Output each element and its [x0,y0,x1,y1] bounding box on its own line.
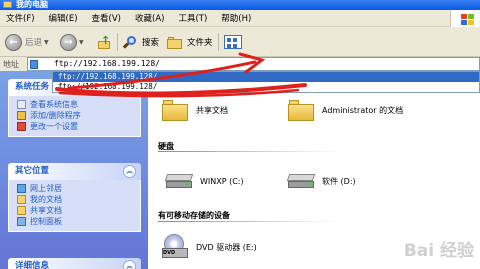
back-arrow-icon: ← [5,33,22,51]
task-label: 查看系统信息 [30,100,78,109]
section-divider [158,221,338,222]
folder-icon [162,99,188,121]
drive-e[interactable]: DVD DVD 驱动器 (E:) [162,234,257,260]
place-shared-documents[interactable]: 共享文档 [17,205,140,216]
item-label: 共享文档 [196,105,228,115]
menu-edit[interactable]: 编辑(E) [49,12,78,24]
search-label: 搜索 [142,38,160,48]
other-places-title: 其它位置 [15,166,50,176]
chevron-down-icon: ▼ [79,38,84,46]
windows-logo-icon [450,10,480,27]
chevron-down-icon: ▼ [44,38,49,46]
ftp-icon [30,60,38,69]
back-label: 后退 [25,38,43,48]
task-change-setting[interactable]: 更改一个设置 [17,121,140,132]
details-box: 详细信息 ︽ [8,258,141,269]
place-label: 共享文档 [30,206,62,215]
add-remove-icon [17,111,26,120]
folder-icon [167,36,183,49]
folder-shared-documents[interactable]: 共享文档 [162,99,228,121]
task-label: 更改一个设置 [30,122,78,131]
documents-icon [17,195,26,204]
folders-button[interactable]: 文件夹 [167,31,213,53]
menu-favorites[interactable]: 收藏(A) [135,12,164,24]
views-icon [224,35,242,49]
toolbar-divider [218,33,219,51]
address-autocomplete: ftp://192.168.199.128/ ftp://192.168.199… [52,71,480,93]
section-divider [158,151,338,152]
toolbar: ← 后退 ▼ → ▼ ↑ 搜索 文件夹 [0,27,480,57]
section-removable: 有可移动存储的设备 [158,211,230,220]
forward-arrow-icon: → [60,33,77,51]
folder-admin-documents[interactable]: Administrator 的文档 [288,99,403,121]
autocomplete-item[interactable]: ftp://192.168.199.128/ [53,82,479,92]
place-label: 控制面板 [30,217,62,226]
place-label: 网上邻居 [30,184,62,193]
menu-view[interactable]: 查看(V) [92,12,121,24]
network-icon [17,184,26,193]
task-view-system-info[interactable]: 查看系统信息 [17,99,140,110]
collapse-icon[interactable]: ︽ [123,260,136,269]
item-label: 软件 (D:) [322,176,356,186]
dvd-badge: DVD [163,250,176,256]
search-button[interactable]: 搜索 [122,31,160,53]
back-button[interactable]: ← 后退 ▼ [5,31,49,53]
folder-icon [288,99,314,121]
drive-c[interactable]: WINXP (C:) [164,174,244,188]
address-input[interactable]: ftp://192.168.199.128/ [27,57,480,71]
system-tasks-title: 系统任务 [15,82,50,92]
item-label: DVD 驱动器 (E:) [196,242,257,252]
info-icon [17,100,26,109]
menu-bar: 文件(F) 编辑(E) 查看(V) 收藏(A) 工具(T) 帮助(H) [0,10,480,27]
forward-button[interactable]: → ▼ [60,31,84,53]
place-control-panel[interactable]: 控制面板 [17,216,140,227]
address-bar: 地址 ftp://192.168.199.128/ [0,57,480,71]
search-icon [122,35,138,50]
item-label: Administrator 的文档 [322,105,404,115]
views-button[interactable] [224,31,242,53]
menu-tools[interactable]: 工具(T) [178,12,207,24]
address-value: ftp://192.168.199.128/ [54,59,160,68]
toolbar-divider [117,33,118,51]
menu-help[interactable]: 帮助(H) [221,12,251,24]
task-pane: 系统任务 ︽ 查看系统信息 添加/删除程序 更改一个设置 其它位置 ︽ [0,71,148,269]
drive-d[interactable]: 软件 (D:) [286,174,356,188]
address-label: 地址 [3,60,19,69]
dvd-drive-icon: DVD [162,234,188,260]
folders-label: 文件夹 [187,38,213,48]
item-label: WINXP (C:) [200,176,244,186]
task-add-remove-programs[interactable]: 添加/删除程序 [17,110,140,121]
control-panel-icon [17,217,26,226]
up-button[interactable]: ↑ [96,31,112,53]
collapse-icon[interactable]: ︽ [123,165,136,178]
other-places-box: 其它位置 ︽ 网上邻居 我的文档 共享文档 控制面板 [8,163,141,232]
task-label: 添加/删除程序 [30,111,81,120]
hard-drive-icon [164,174,194,188]
place-my-documents[interactable]: 我的文档 [17,194,140,205]
other-places-header[interactable]: 其它位置 ︽ [8,163,141,180]
window-title: 我的电脑 [16,0,48,9]
settings-icon [17,122,26,131]
details-title: 详细信息 [15,261,50,269]
hard-drive-icon [286,174,316,188]
title-bar: 我的电脑 [0,0,480,10]
shared-docs-icon [17,206,26,215]
details-header[interactable]: 详细信息 ︽ [8,258,141,269]
watermark: Bai 经验 [403,241,474,261]
place-label: 我的文档 [30,195,62,204]
menu-file[interactable]: 文件(F) [6,12,35,24]
my-computer-icon [3,1,12,8]
autocomplete-item[interactable]: ftp://192.168.199.128/ [53,72,479,82]
place-network[interactable]: 网上邻居 [17,183,140,194]
folder-up-icon: ↑ [96,34,112,50]
